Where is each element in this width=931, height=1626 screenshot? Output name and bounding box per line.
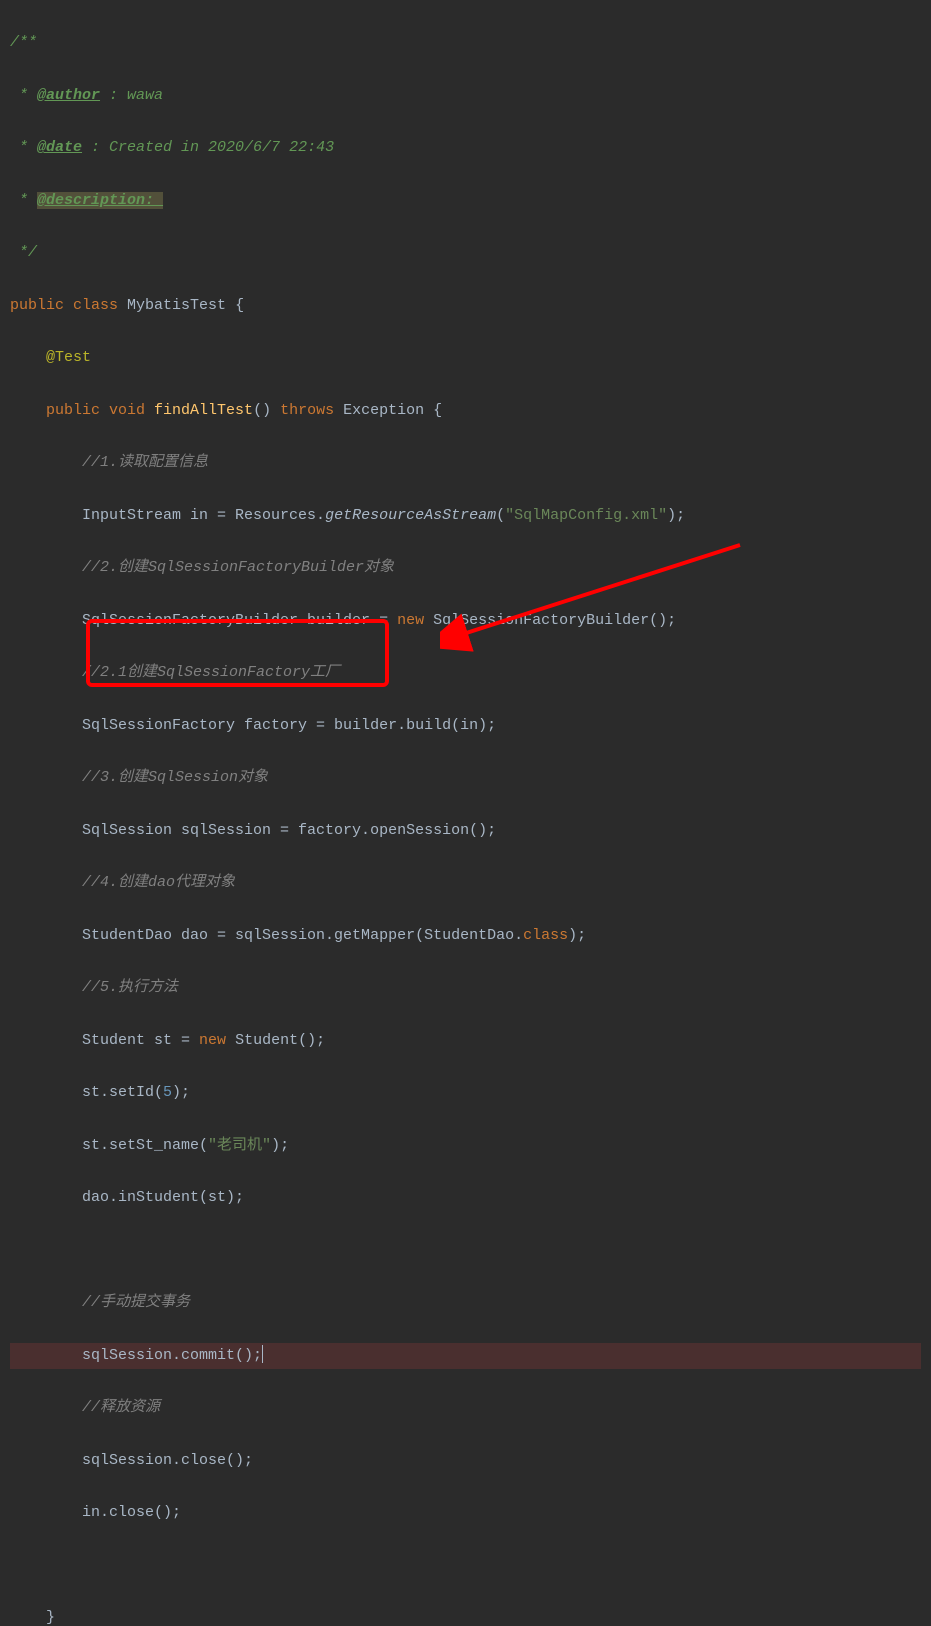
author-val: : wawa — [100, 87, 163, 104]
code: InputStream in = Resources. — [82, 507, 325, 524]
comment-commit: //手动提交事务 — [82, 1294, 190, 1311]
comment-1: //1.读取配置信息 — [82, 454, 208, 471]
kw-void: void — [109, 402, 154, 419]
code: SqlSessionFactoryBuilder(); — [433, 612, 676, 629]
static-call: getResourceAsStream — [325, 507, 496, 524]
kw-throws: throws — [280, 402, 343, 419]
code: ); — [667, 507, 685, 524]
code-editor[interactable]: /** * @author : wawa * @date : Created i… — [0, 0, 931, 1626]
code: Student st = — [82, 1032, 199, 1049]
code: SqlSessionFactoryBuilder builder = — [82, 612, 397, 629]
number-literal: 5 — [163, 1084, 172, 1101]
code: ); — [568, 927, 586, 944]
code: in.close(); — [82, 1504, 181, 1521]
doc-star: * — [10, 139, 37, 156]
kw-new: new — [199, 1032, 235, 1049]
string-literal: "老司机" — [208, 1137, 271, 1154]
exception: Exception { — [343, 402, 442, 419]
code: sqlSession.close(); — [82, 1452, 253, 1469]
author-tag: @author — [37, 87, 100, 104]
date-tag: @date — [37, 139, 82, 156]
paren: () — [253, 402, 280, 419]
kw-public: public — [46, 402, 109, 419]
kw-new: new — [397, 612, 433, 629]
comment-release: //释放资源 — [82, 1399, 160, 1416]
code: st.setId( — [82, 1084, 163, 1101]
code: SqlSessionFactory factory = builder.buil… — [82, 717, 496, 734]
method-name: findAllTest — [154, 402, 253, 419]
text-cursor — [262, 1345, 263, 1363]
date-val: : Created in 2020/6/7 22:43 — [82, 139, 334, 156]
code: ( — [496, 507, 505, 524]
doc-open: /** — [10, 34, 37, 51]
comment-3: //3.创建SqlSession对象 — [82, 769, 268, 786]
code: dao.inStudent(st); — [82, 1189, 244, 1206]
code: ); — [172, 1084, 190, 1101]
doc-star: * — [10, 192, 37, 209]
test-annotation: @Test — [46, 349, 91, 366]
comment-2-1: //2.1创建SqlSessionFactory工厂 — [82, 664, 340, 681]
code: Student(); — [235, 1032, 325, 1049]
code: StudentDao dao = sqlSession.getMapper(St… — [82, 927, 523, 944]
doc-close: */ — [10, 244, 37, 261]
string-literal: "SqlMapConfig.xml" — [505, 507, 667, 524]
comment-4: //4.创建dao代理对象 — [82, 874, 235, 891]
code: SqlSession sqlSession = factory.openSess… — [82, 822, 496, 839]
brace: { — [235, 297, 244, 314]
description-tag: @description: — [37, 192, 163, 209]
class-name: MybatisTest — [127, 297, 235, 314]
code: ); — [271, 1137, 289, 1154]
code: st.setSt_name( — [82, 1137, 208, 1154]
comment-5: //5.执行方法 — [82, 979, 178, 996]
commit-code: sqlSession.commit(); — [82, 1347, 262, 1364]
kw-class-ref: class — [523, 927, 568, 944]
kw-class: class — [73, 297, 127, 314]
kw-public: public — [10, 297, 73, 314]
comment-2: //2.创建SqlSessionFactoryBuilder对象 — [82, 559, 394, 576]
brace-close: } — [46, 1609, 55, 1626]
doc-star: * — [10, 87, 37, 104]
